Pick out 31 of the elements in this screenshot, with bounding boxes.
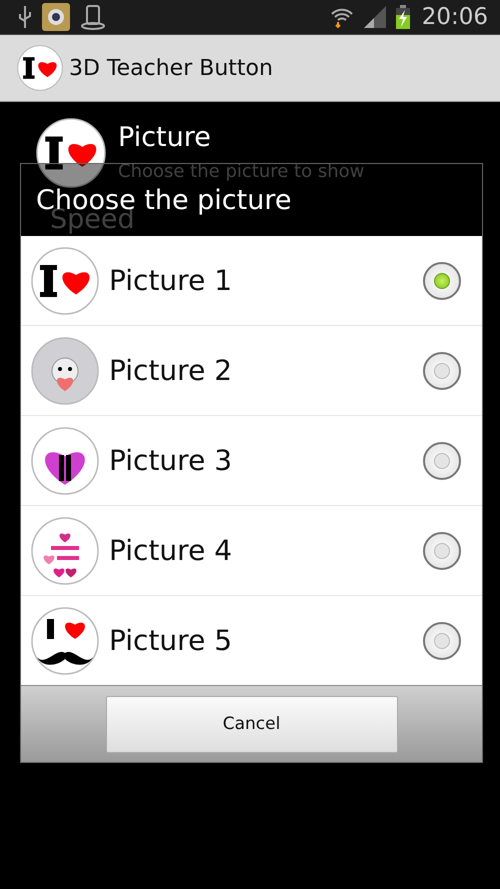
picture-thumbnail-drawing <box>36 118 106 188</box>
option-label: Picture 5 <box>109 624 234 657</box>
camera-app-icon <box>42 3 70 31</box>
option-label: Picture 2 <box>109 354 234 387</box>
picture-option[interactable]: Picture 3 <box>21 415 482 505</box>
preference-summary: Choose the picture to show <box>118 161 364 182</box>
picture-thumbnail-drawing <box>31 246 99 314</box>
clock-time: 20:06 <box>422 4 488 30</box>
radio-button[interactable] <box>423 622 461 660</box>
option-label: Picture 1 <box>109 264 234 297</box>
option-label: Picture 4 <box>109 534 234 567</box>
picture-thumbnail-drawing <box>31 426 99 494</box>
radio-button[interactable] <box>423 352 461 390</box>
wifi-icon <box>330 6 354 28</box>
radio-button[interactable] <box>423 262 461 300</box>
picture-option[interactable]: Picture 1 <box>21 236 482 325</box>
option-label: Picture 3 <box>109 444 234 477</box>
picture-thumbnail-drawing <box>17 45 63 91</box>
preference-title: Picture <box>118 122 212 153</box>
radio-button[interactable] <box>423 532 461 570</box>
picture-thumbnail-drawing <box>31 336 99 404</box>
signal-icon <box>364 6 386 28</box>
app-title: 3D Teacher Button <box>69 56 273 80</box>
battery-charging-icon <box>396 5 410 29</box>
picture-option[interactable]: Picture 4 <box>21 505 482 595</box>
picture-thumbnail-drawing <box>31 516 99 584</box>
radio-button[interactable] <box>423 442 461 480</box>
cancel-button[interactable]: Cancel <box>106 696 398 752</box>
picture-thumbnail-drawing <box>31 606 99 674</box>
picture-option[interactable]: Picture 5 <box>21 595 482 685</box>
picture-option[interactable]: Picture 2 <box>21 325 482 415</box>
